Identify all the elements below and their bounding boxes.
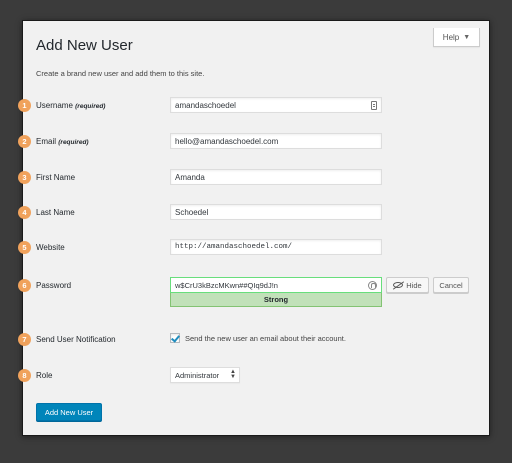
select-arrows-icon: ▲ ▼ — [230, 369, 236, 380]
cancel-password-button[interactable]: Cancel — [433, 277, 469, 293]
password-row: 6 Password w$CrU3kBzcMKwn##QIq9dJ!n Stro… — [18, 277, 489, 309]
username-label-text: Username — [36, 101, 73, 110]
hide-label: Hide — [406, 280, 422, 290]
step-badge: 8 — [18, 369, 31, 382]
website-label: Website — [36, 243, 65, 252]
help-tab[interactable]: Help ▼ — [433, 28, 480, 47]
step-badge: 5 — [18, 241, 31, 254]
email-label-text: Email — [36, 137, 57, 146]
email-label: Email (required) — [36, 137, 89, 146]
username-row: 1 Username (required) amandaschoedel — [18, 97, 489, 117]
role-label: Role — [36, 371, 53, 380]
step-badge: 4 — [18, 206, 31, 219]
contact-card-icon — [371, 101, 377, 110]
email-input[interactable]: hello@amandaschoedel.com — [170, 133, 382, 149]
password-strength-meter: Strong — [170, 293, 382, 307]
username-input[interactable]: amandaschoedel — [170, 97, 382, 113]
website-row: 5 Website http://amandaschoedel.com/ — [18, 239, 489, 259]
role-select[interactable]: Administrator ▲ ▼ — [170, 367, 240, 383]
password-value: w$CrU3kBzcMKwn##QIq9dJ!n — [175, 281, 278, 290]
step-badge: 2 — [18, 135, 31, 148]
step-badge: 6 — [18, 279, 31, 292]
password-field-group: w$CrU3kBzcMKwn##QIq9dJ!n Strong — [170, 277, 382, 307]
page-subtitle: Create a brand new user and add them to … — [36, 69, 205, 78]
page-title: Add New User — [36, 37, 133, 54]
last-name-input[interactable]: Schoedel — [170, 204, 382, 220]
help-label: Help — [442, 32, 460, 42]
lock-icon — [368, 281, 377, 290]
notification-checkbox-text: Send the new user an email about their a… — [185, 334, 346, 343]
notification-label: Send User Notification — [36, 335, 116, 344]
step-badge: 1 — [18, 99, 31, 112]
username-label: Username (required) — [36, 101, 105, 110]
last-name-row: 4 Last Name Schoedel — [18, 204, 489, 224]
password-input[interactable]: w$CrU3kBzcMKwn##QIq9dJ!n — [170, 277, 382, 293]
first-name-label: First Name — [36, 173, 76, 182]
username-value: amandaschoedel — [175, 101, 236, 110]
required-marker: (required) — [58, 139, 89, 146]
first-name-row: 3 First Name Amanda — [18, 169, 489, 189]
add-new-user-panel: Help ▼ Add New User Create a brand new u… — [18, 20, 490, 436]
email-row: 2 Email (required) hello@amandaschoedel.… — [18, 133, 489, 153]
last-name-label: Last Name — [36, 208, 75, 217]
step-badge: 3 — [18, 171, 31, 184]
first-name-input[interactable]: Amanda — [170, 169, 382, 185]
caret-down-icon: ▼ — [463, 33, 471, 41]
website-input[interactable]: http://amandaschoedel.com/ — [170, 239, 382, 255]
required-marker: (required) — [75, 103, 106, 110]
notification-row: 7 Send User Notification Send the new us… — [18, 331, 489, 351]
eye-slash-icon — [393, 282, 404, 288]
send-notification-checkbox[interactable] — [170, 333, 180, 343]
password-label: Password — [36, 281, 72, 290]
hide-password-button[interactable]: Hide — [386, 277, 429, 293]
add-new-user-button[interactable]: Add New User — [36, 403, 102, 421]
step-badge: 7 — [18, 333, 31, 346]
role-value: Administrator — [175, 371, 220, 380]
role-row: 8 Role Administrator ▲ ▼ — [18, 367, 489, 387]
